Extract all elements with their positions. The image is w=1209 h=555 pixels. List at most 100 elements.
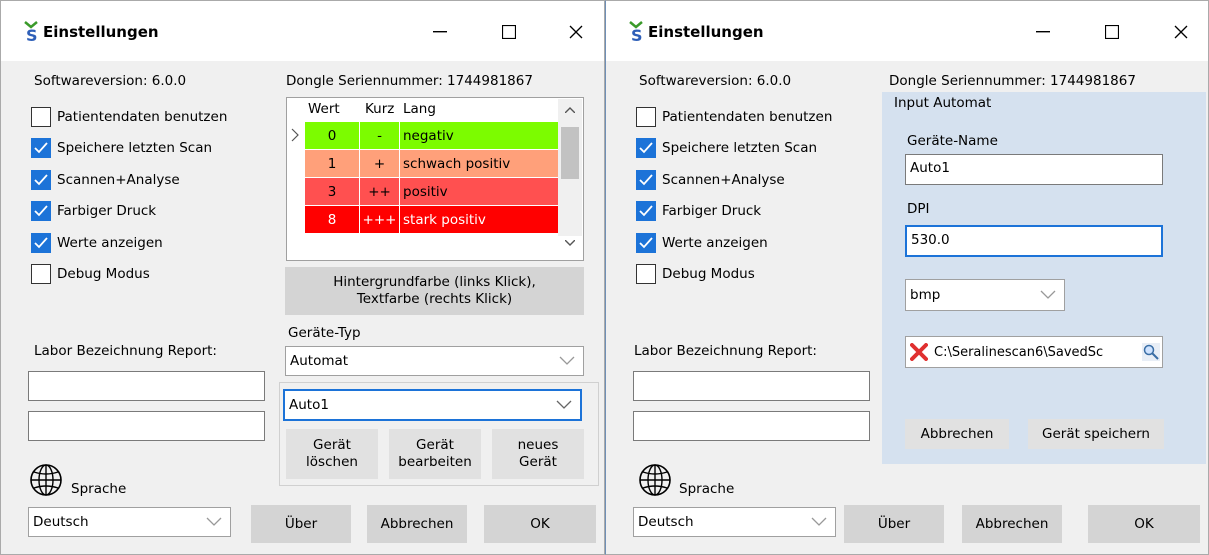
checkbox-row[interactable]: Werte anzeigen xyxy=(636,232,768,254)
checkmark-icon xyxy=(639,174,653,186)
grid-cell-lang[interactable]: positiv xyxy=(400,178,560,205)
grid-cell-kurz[interactable]: +++ xyxy=(360,206,400,233)
chevron-down-icon xyxy=(811,517,827,526)
checkbox-row[interactable]: Speichere letzten Scan xyxy=(31,137,212,159)
checkmark-icon xyxy=(34,237,48,249)
geraete-name-label: Geräte-Name xyxy=(907,133,998,149)
checkbox-checked[interactable] xyxy=(31,170,51,190)
checkbox-checked[interactable] xyxy=(636,138,656,158)
maximize-icon xyxy=(502,25,516,39)
checkbox-label: Werte anzeigen xyxy=(57,235,163,251)
maximize-button[interactable] xyxy=(1089,13,1135,51)
checkbox-row[interactable]: Debug Modus xyxy=(31,263,150,285)
row-selector-icon xyxy=(291,128,299,142)
input-automat-panel: Input Automat Geräte-Name Auto1 DPI 530.… xyxy=(882,92,1206,464)
ok-button[interactable]: OK xyxy=(484,505,596,543)
grid-cell-wert[interactable]: 8 xyxy=(305,206,360,233)
abbrechen-button[interactable]: Abbrechen xyxy=(367,505,467,543)
color-button[interactable]: Hintergrundfarbe (links Klick), Textfarb… xyxy=(285,267,584,315)
magnifier-icon[interactable] xyxy=(1142,343,1160,361)
grid-row[interactable]: 0- negativ xyxy=(305,122,560,149)
sprache-value: Deutsch xyxy=(638,514,694,530)
ueber-button[interactable]: Über xyxy=(844,505,944,543)
close-button[interactable] xyxy=(553,13,599,51)
checkbox-unchecked[interactable] xyxy=(636,264,656,284)
scroll-down-icon[interactable] xyxy=(565,240,575,246)
abbrechen-button[interactable]: Abbrechen xyxy=(962,505,1062,543)
grid-cell-wert[interactable]: 1 xyxy=(305,150,360,177)
labor-line2-input[interactable] xyxy=(28,411,265,441)
checkbox-row[interactable]: Scannen+Analyse xyxy=(31,169,180,191)
dpi-input[interactable]: 530.0 xyxy=(905,225,1163,257)
geraete-typ-label: Geräte-Typ xyxy=(288,325,361,341)
maximize-button[interactable] xyxy=(486,13,532,51)
checkbox-checked[interactable] xyxy=(31,138,51,158)
scroll-thumb[interactable] xyxy=(561,127,579,179)
sprache-select[interactable]: Deutsch xyxy=(633,507,836,537)
grid-cell-kurz[interactable]: - xyxy=(360,122,400,149)
neues-geraet-button[interactable]: neues Gerät xyxy=(492,429,584,479)
minimize-icon xyxy=(433,31,447,33)
labor-line2-input[interactable] xyxy=(633,411,870,441)
title-bar[interactable]: S Einstellungen xyxy=(606,1,1208,61)
checkbox-checked[interactable] xyxy=(636,233,656,253)
checkbox-row[interactable]: Speichere letzten Scan xyxy=(636,137,817,159)
checkbox-row[interactable]: Werte anzeigen xyxy=(31,232,163,254)
grid-cell-lang[interactable]: stark positiv xyxy=(400,206,560,233)
grid-cell-lang[interactable]: schwach positiv xyxy=(400,150,560,177)
minimize-button[interactable] xyxy=(1020,13,1066,51)
checkbox-unchecked[interactable] xyxy=(636,107,656,127)
software-version: Softwareversion: 6.0.0 xyxy=(34,73,187,89)
title-bar[interactable]: S Einstellungen xyxy=(1,1,604,61)
checkbox-row[interactable]: Scannen+Analyse xyxy=(636,169,785,191)
grid-row[interactable]: 1 + schwach positiv xyxy=(305,150,560,177)
ueber-button[interactable]: Über xyxy=(251,505,351,543)
checkbox-row[interactable]: Patientendaten benutzen xyxy=(636,106,832,128)
grid-cell-lang[interactable]: negativ xyxy=(400,122,560,149)
path-value: C:\Seralinescan6\SavedSc xyxy=(934,344,1104,360)
checkbox-checked[interactable] xyxy=(636,201,656,221)
checkbox-row[interactable]: Farbiger Druck xyxy=(636,200,761,222)
close-button[interactable] xyxy=(1158,13,1204,51)
grid-cell-kurz[interactable]: + xyxy=(360,150,400,177)
labor-line1-input[interactable] xyxy=(28,371,265,401)
value-grid[interactable]: Wert Kurz Lang 0- negativ 1 + schwach positi… xyxy=(286,97,584,261)
checkbox-row[interactable]: Debug Modus xyxy=(636,263,755,285)
grid-scrollbar[interactable] xyxy=(558,99,582,236)
grid-cell-wert[interactable]: 0 xyxy=(305,122,360,149)
grid-header-lang[interactable]: Lang xyxy=(403,101,436,117)
geraet-value[interactable]: Auto1 xyxy=(289,397,329,413)
software-version: Softwareversion: 6.0.0 xyxy=(639,73,792,89)
geraete-typ-select[interactable]: Automat xyxy=(285,346,584,376)
grid-cell-kurz[interactable]: ++ xyxy=(360,178,400,205)
close-icon xyxy=(1174,25,1188,39)
grid-row[interactable]: 3 ++ positiv xyxy=(305,178,560,205)
checkbox-label: Speichere letzten Scan xyxy=(662,140,818,156)
panel-abbrechen-button[interactable]: Abbrechen xyxy=(905,419,1009,449)
minimize-button[interactable] xyxy=(417,13,463,51)
checkbox-unchecked[interactable] xyxy=(31,264,51,284)
checkbox-checked[interactable] xyxy=(31,201,51,221)
checkbox-row[interactable]: Patientendaten benutzen xyxy=(31,106,227,128)
labor-line1-input[interactable] xyxy=(633,371,870,401)
grid-row[interactable]: 8 +++ stark positiv xyxy=(305,206,560,233)
checkbox-unchecked[interactable] xyxy=(31,107,51,127)
geraet-speichern-button[interactable]: Gerät speichern xyxy=(1028,419,1164,449)
checkbox-row[interactable]: Farbiger Druck xyxy=(31,200,156,222)
geraet-bearbeiten-button[interactable]: Gerät bearbeiten xyxy=(389,429,481,479)
geraete-name-input[interactable]: Auto1 xyxy=(905,154,1163,185)
checkbox-checked[interactable] xyxy=(31,233,51,253)
geraet-loeschen-button[interactable]: Gerät löschen xyxy=(286,429,378,479)
grid-header-kurz[interactable]: Kurz xyxy=(365,101,394,117)
app-logo-icon: S xyxy=(24,21,38,43)
geraet-select[interactable]: Auto1 xyxy=(283,389,582,421)
checkbox-checked[interactable] xyxy=(636,170,656,190)
ok-button[interactable]: OK xyxy=(1088,505,1200,543)
scroll-up-icon[interactable] xyxy=(565,107,575,113)
format-select[interactable]: bmp xyxy=(905,279,1065,311)
globe-icon xyxy=(639,464,671,496)
sprache-select[interactable]: Deutsch xyxy=(28,507,231,537)
grid-header-wert[interactable]: Wert xyxy=(308,101,340,117)
path-field[interactable]: C:\Seralinescan6\SavedSc xyxy=(905,336,1163,368)
grid-cell-wert[interactable]: 3 xyxy=(305,178,360,205)
